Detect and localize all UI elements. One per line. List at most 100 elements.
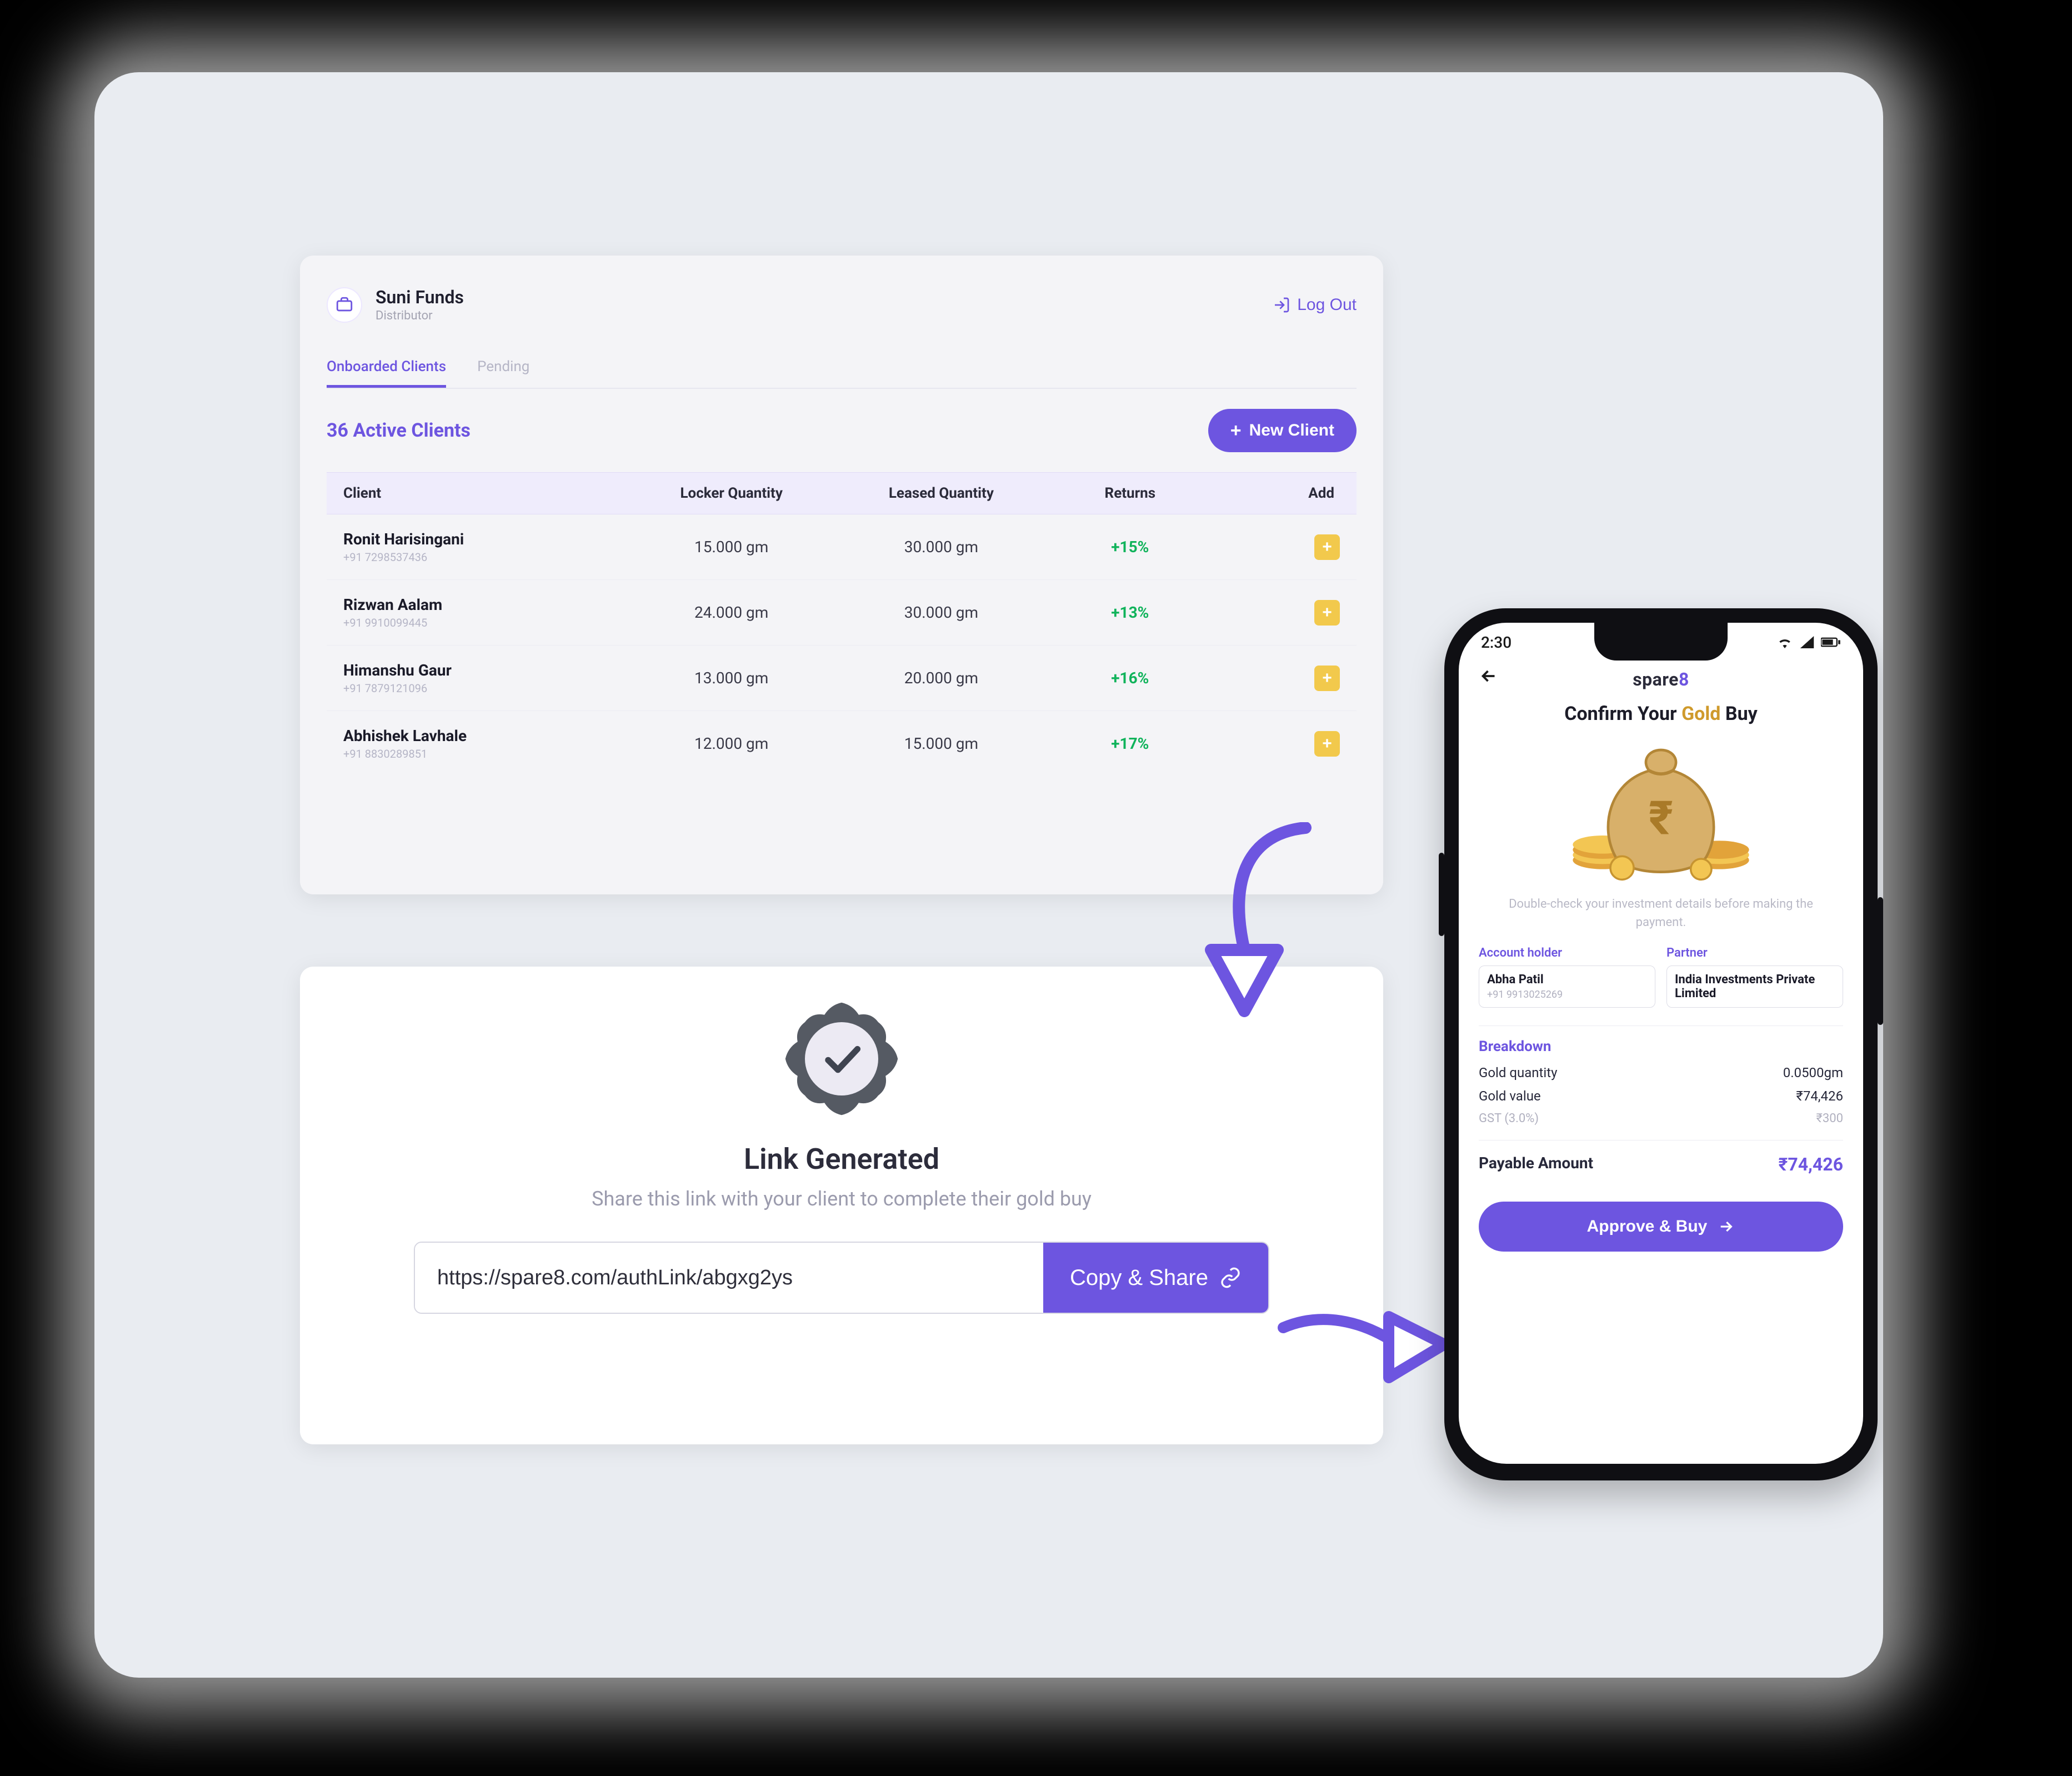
gold-bag-illustration: ₹ (1459, 725, 1863, 892)
link-subtitle: Share this link with your client to comp… (592, 1187, 1092, 1210)
client-phone: +91 8830289851 (343, 747, 627, 761)
back-button[interactable] (1479, 666, 1499, 688)
table-row: Rizwan Aalam+91 9910099445 24.000 gm 30.… (327, 580, 1357, 646)
label: Gold quantity (1479, 1065, 1557, 1080)
link-row: Copy & Share (414, 1242, 1269, 1314)
plus-icon: + (1322, 669, 1332, 688)
copy-share-button[interactable]: Copy & Share (1043, 1243, 1268, 1313)
phone-mock: 2:30 spare8 Confirm Your Gold Buy (1444, 608, 1878, 1480)
partner-field: Partner India Investments Private Limite… (1666, 946, 1843, 1008)
value: ₹74,426 (1796, 1088, 1843, 1104)
client-name: Abhishek Lavhale (343, 727, 627, 745)
add-button[interactable]: + (1314, 666, 1340, 691)
table-row: Himanshu Gaur+91 7879121096 13.000 gm 20… (327, 646, 1357, 711)
arrow-left-icon (1479, 666, 1499, 686)
account-phone: +91 9913025269 (1487, 989, 1647, 1000)
account-holder-field: Account holder Abha Patil +91 9913025269 (1479, 946, 1655, 1008)
success-seal-icon (780, 998, 903, 1120)
client-name: Himanshu Gaur (343, 661, 627, 679)
table-header: Client Locker Quantity Leased Quantity R… (327, 472, 1357, 514)
headline-pre: Confirm Your (1564, 703, 1681, 725)
status-time: 2:30 (1481, 633, 1512, 652)
wifi-icon (1776, 636, 1793, 648)
link-input[interactable] (415, 1243, 1043, 1313)
stage: Suni Funds Distributor Log Out Onboarded… (94, 72, 1883, 1678)
link-icon (1219, 1267, 1242, 1289)
account-name: Abha Patil (1487, 973, 1647, 987)
leased-qty: 30.000 gm (837, 538, 1047, 556)
leased-qty: 20.000 gm (837, 669, 1047, 687)
add-button[interactable]: + (1314, 600, 1340, 626)
approve-buy-button[interactable]: Approve & Buy (1479, 1202, 1843, 1252)
app-brand: spare8 (1633, 669, 1689, 690)
row-gst: GST (3.0%) ₹300 (1479, 1112, 1843, 1140)
new-client-button[interactable]: + New Client (1208, 409, 1357, 452)
headline: Confirm Your Gold Buy (1459, 703, 1863, 725)
logout-button[interactable]: Log Out (1273, 296, 1357, 314)
row-gold-qty: Gold quantity 0.0500gm (1479, 1065, 1843, 1080)
brand-subtitle: Distributor (376, 309, 464, 323)
partner-box: India Investments Private Limited (1666, 965, 1843, 1008)
arrow-down-icon (1194, 822, 1322, 1033)
locker-qty: 24.000 gm (627, 603, 837, 622)
label: GST (3.0%) (1479, 1112, 1539, 1125)
headline-post: Buy (1720, 703, 1757, 725)
add-button[interactable]: + (1314, 534, 1340, 560)
breakdown-title: Breakdown (1479, 1025, 1843, 1055)
col-add: Add (1214, 485, 1340, 502)
returns: +16% (1046, 669, 1214, 687)
locker-qty: 15.000 gm (627, 538, 837, 556)
svg-text:₹: ₹ (1649, 791, 1673, 846)
app-nav: spare8 (1459, 662, 1863, 697)
new-client-label: New Client (1249, 421, 1334, 440)
row-payable: Payable Amount ₹74,426 (1479, 1154, 1843, 1175)
locker-qty: 12.000 gm (627, 734, 837, 753)
label: Payable Amount (1479, 1154, 1593, 1175)
plus-icon: + (1322, 538, 1332, 557)
link-title: Link Generated (744, 1142, 939, 1176)
account-label: Account holder (1479, 946, 1655, 960)
partner-name: India Investments Private Limited (1675, 973, 1835, 1000)
battery-icon (1821, 636, 1841, 648)
headline-gold: Gold (1681, 703, 1721, 725)
account-box: Abha Patil +91 9913025269 (1479, 965, 1655, 1008)
subtext: Double-check your investment details bef… (1459, 895, 1863, 932)
tabs: Onboarded Clients Pending (327, 358, 1357, 389)
briefcase-icon (327, 287, 362, 323)
label: Gold value (1479, 1088, 1541, 1104)
logout-label: Log Out (1297, 296, 1357, 314)
tab-onboarded[interactable]: Onboarded Clients (327, 358, 446, 388)
table-row: Abhishek Lavhale +91 8830289851 12.000 gm… (327, 711, 1357, 776)
approve-label: Approve & Buy (1587, 1217, 1708, 1236)
app-brand-accent: 8 (1679, 669, 1689, 690)
client-phone: +91 7298537436 (343, 551, 627, 564)
brand: Suni Funds Distributor (327, 287, 464, 323)
col-locker: Locker Quantity (627, 485, 837, 502)
signal-icon (1800, 636, 1814, 648)
summary-row: 36 Active Clients + New Client (327, 409, 1357, 452)
leased-qty: 30.000 gm (837, 603, 1047, 622)
value: 0.0500gm (1783, 1065, 1843, 1080)
value: ₹300 (1816, 1112, 1843, 1125)
add-button[interactable]: + (1314, 731, 1340, 757)
distributor-dashboard: Suni Funds Distributor Log Out Onboarded… (300, 256, 1383, 894)
phone-notch (1594, 623, 1728, 661)
col-returns: Returns (1046, 485, 1214, 502)
locker-qty: 13.000 gm (627, 669, 837, 687)
row-gold-value: Gold value ₹74,426 (1479, 1088, 1843, 1104)
returns: +13% (1046, 603, 1214, 622)
plus-icon: + (1322, 603, 1332, 622)
tab-pending[interactable]: Pending (477, 358, 529, 388)
arrow-right-icon (1278, 1305, 1450, 1389)
col-client: Client (343, 485, 627, 502)
value: ₹74,426 (1779, 1154, 1844, 1175)
client-name: Rizwan Aalam (343, 596, 627, 614)
returns: +17% (1046, 734, 1214, 753)
status-icons (1776, 636, 1841, 648)
returns: +15% (1046, 538, 1214, 556)
brand-name: Suni Funds (376, 287, 464, 308)
app-brand-text: spare (1633, 669, 1679, 690)
active-client-count: 36 Active Clients (327, 419, 471, 442)
phone-screen: 2:30 spare8 Confirm Your Gold Buy (1459, 623, 1863, 1464)
link-generated-card: Link Generated Share this link with your… (300, 967, 1383, 1444)
